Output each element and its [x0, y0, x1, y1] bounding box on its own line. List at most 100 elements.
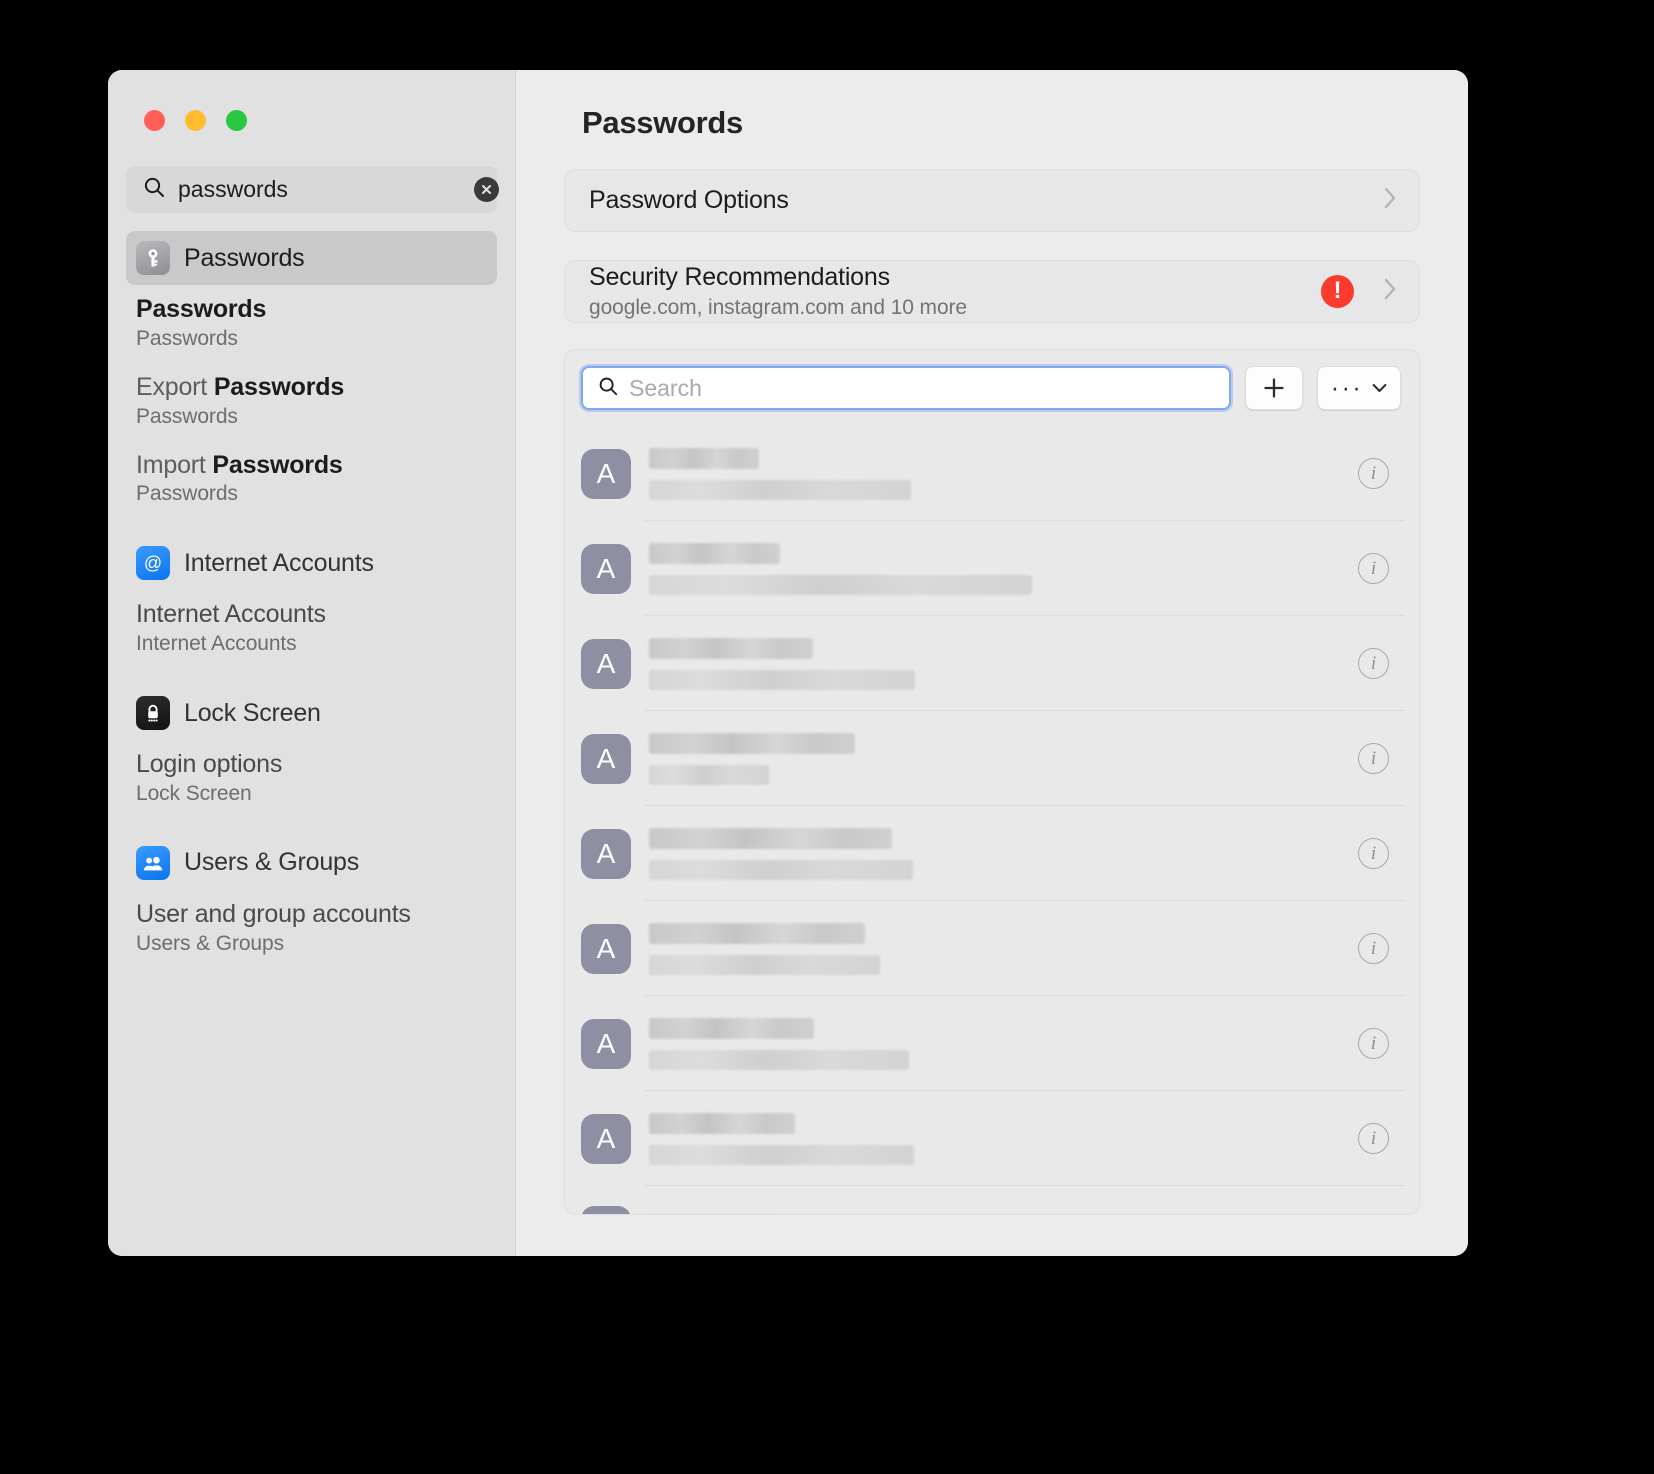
- redacted-subtitle: [649, 859, 913, 880]
- redacted-title: [649, 827, 892, 849]
- sidebar-search-field[interactable]: [126, 166, 499, 213]
- sidebar-item-users-and-groups[interactable]: Users & Groups: [126, 836, 497, 890]
- passwords-search-input[interactable]: [629, 374, 1217, 402]
- svg-text:@: @: [144, 553, 162, 573]
- page-title: Passwords: [582, 105, 743, 140]
- redacted-title: [649, 732, 855, 754]
- redacted-title: [649, 1017, 814, 1039]
- security-recommendations-title: Security Recommendations: [589, 263, 890, 291]
- sidebar-result-group-passwords: Passwords Passwords Export Passwords Pas…: [126, 295, 497, 506]
- passwords-rows: A i A i A i A i A i A i A i A i: [565, 426, 1419, 1214]
- password-options-label: Password Options: [589, 186, 789, 214]
- avatar: A: [581, 733, 631, 784]
- redacted-subtitle: [649, 574, 1032, 595]
- redacted-entry: [649, 827, 1342, 880]
- sidebar-item-lock-screen[interactable]: Lock Screen: [126, 686, 497, 740]
- warning-badge: !: [1321, 275, 1354, 308]
- result-title-main: Passwords: [136, 295, 267, 323]
- info-icon[interactable]: i: [1358, 838, 1389, 869]
- system-settings-window: Passwords Passwords Passwords Export Pas…: [108, 70, 1468, 1256]
- passwords-list-card: ··· A i: [564, 349, 1420, 1215]
- info-icon[interactable]: i: [1358, 1123, 1389, 1154]
- redacted-subtitle: [649, 764, 769, 785]
- table-row[interactable]: A i: [565, 806, 1419, 901]
- redacted-entry: [649, 922, 1342, 975]
- sidebar-item-label: Users & Groups: [184, 848, 360, 877]
- sidebar-result-group-lock-screen: Login options Lock Screen: [126, 750, 497, 806]
- result-title: User and group accounts: [136, 899, 411, 928]
- security-recommendations-row[interactable]: Security Recommendations google.com, ins…: [564, 260, 1420, 323]
- info-icon[interactable]: i: [1358, 458, 1389, 489]
- result-title: Passwords: [136, 295, 487, 324]
- minimize-button[interactable]: [185, 110, 206, 131]
- sidebar-result-group-internet-accounts: Internet Accounts Internet Accounts: [126, 600, 497, 656]
- avatar: A: [581, 1018, 631, 1069]
- result-title: Export Passwords: [136, 373, 487, 402]
- sidebar: Passwords Passwords Passwords Export Pas…: [108, 70, 516, 1256]
- info-icon[interactable]: i: [1358, 553, 1389, 584]
- redacted-subtitle: [649, 479, 911, 500]
- security-recommendations-subtitle: google.com, instagram.com and 10 more: [589, 296, 967, 319]
- avatar: A: [581, 828, 631, 879]
- key-icon: [136, 241, 170, 275]
- table-row[interactable]: A i: [565, 901, 1419, 996]
- users-icon: [136, 845, 170, 880]
- info-icon[interactable]: i: [1358, 1028, 1389, 1059]
- list-item[interactable]: Import Passwords Passwords: [136, 451, 487, 507]
- lock-icon: [136, 696, 170, 730]
- redacted-subtitle: [649, 669, 915, 690]
- ellipsis-icon: ···: [1330, 373, 1364, 402]
- result-title-prefix: Import: [136, 450, 213, 479]
- table-row[interactable]: A i: [565, 426, 1419, 521]
- redacted-subtitle: [649, 1144, 914, 1165]
- sidebar-result-group-users-and-groups: User and group accounts Users & Groups: [126, 900, 497, 956]
- result-subtitle: Lock Screen: [136, 781, 252, 805]
- list-item[interactable]: Internet Accounts Internet Accounts: [136, 600, 487, 656]
- list-item[interactable]: User and group accounts Users & Groups: [136, 900, 487, 956]
- result-subtitle: Users & Groups: [136, 931, 284, 955]
- redacted-title: [649, 447, 759, 469]
- passwords-toolbar: ···: [565, 350, 1419, 426]
- sidebar-results: Passwords Passwords Passwords Export Pas…: [108, 231, 515, 956]
- close-button[interactable]: [144, 110, 165, 131]
- sidebar-search-input[interactable]: [178, 176, 474, 203]
- result-title: Import Passwords: [136, 451, 487, 480]
- list-item[interactable]: Passwords Passwords: [136, 295, 487, 351]
- add-password-button[interactable]: [1245, 366, 1303, 410]
- at-sign-icon: @: [136, 546, 170, 581]
- table-row[interactable]: A i: [565, 996, 1419, 1091]
- info-icon[interactable]: i: [1358, 933, 1389, 964]
- list-item[interactable]: Login options Lock Screen: [136, 750, 487, 806]
- warning-badge-label: !: [1333, 276, 1342, 304]
- zoom-button[interactable]: [226, 110, 247, 131]
- window-controls: [108, 70, 515, 131]
- more-options-button[interactable]: ···: [1317, 366, 1401, 410]
- info-icon[interactable]: i: [1358, 743, 1389, 774]
- sidebar-item-internet-accounts[interactable]: @ Internet Accounts: [126, 536, 497, 590]
- sidebar-item-passwords[interactable]: Passwords: [126, 231, 497, 285]
- list-item[interactable]: Export Passwords Passwords: [136, 373, 487, 429]
- table-row[interactable]: A i: [565, 711, 1419, 806]
- redacted-entry: [649, 637, 1342, 690]
- table-row[interactable]: A i: [565, 1091, 1419, 1186]
- result-title: Internet Accounts: [136, 600, 326, 629]
- table-row[interactable]: A i: [565, 521, 1419, 616]
- info-icon[interactable]: i: [1358, 648, 1389, 679]
- clear-search-icon[interactable]: [474, 177, 499, 202]
- plus-icon: [1264, 378, 1284, 398]
- table-row[interactable]: A i: [565, 616, 1419, 711]
- result-title-prefix: Export: [136, 372, 214, 401]
- avatar: A: [581, 448, 631, 499]
- chevron-down-icon: [1372, 384, 1387, 392]
- table-row[interactable]: A i: [565, 1186, 1419, 1214]
- redacted-subtitle: [649, 954, 880, 975]
- password-options-row[interactable]: Password Options: [564, 169, 1420, 232]
- result-subtitle: Passwords: [136, 404, 238, 428]
- result-subtitle: Passwords: [136, 326, 238, 350]
- avatar: A: [581, 1206, 631, 1214]
- redacted-entry: [649, 732, 1342, 785]
- redacted-subtitle: [649, 1049, 909, 1070]
- result-title: Login options: [136, 750, 283, 778]
- main-content: Passwords Password Options Security Reco…: [516, 70, 1468, 1256]
- passwords-search-field[interactable]: [581, 366, 1231, 410]
